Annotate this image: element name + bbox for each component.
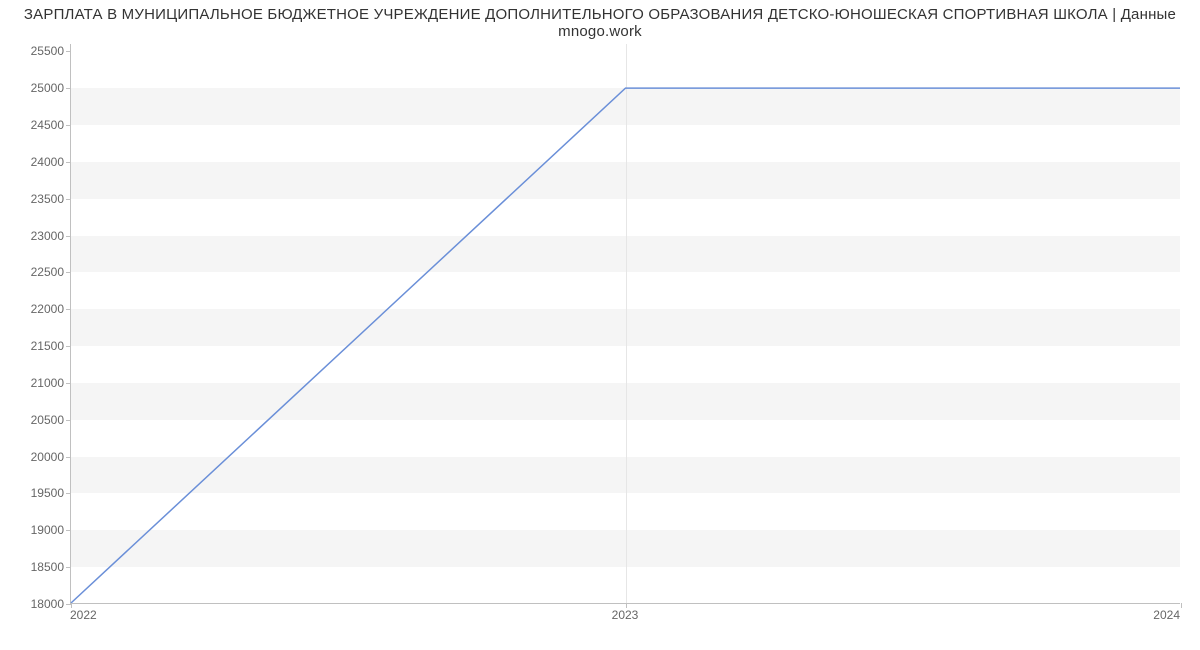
line-layer — [71, 44, 1180, 603]
plot-area — [70, 44, 1180, 604]
y-tick-mark — [66, 125, 71, 126]
y-tick-label: 19500 — [4, 486, 64, 500]
y-tick-mark — [66, 162, 71, 163]
y-tick-mark — [66, 457, 71, 458]
y-tick-label: 21000 — [4, 376, 64, 390]
y-tick-mark — [66, 309, 71, 310]
y-tick-mark — [66, 346, 71, 347]
chart-container: ЗАРПЛАТА В МУНИЦИПАЛЬНОЕ БЮДЖЕТНОЕ УЧРЕЖ… — [0, 0, 1200, 650]
chart-title: ЗАРПЛАТА В МУНИЦИПАЛЬНОЕ БЮДЖЕТНОЕ УЧРЕЖ… — [0, 6, 1200, 40]
y-tick-mark — [66, 51, 71, 52]
y-tick-label: 23500 — [4, 192, 64, 206]
y-tick-mark — [66, 530, 71, 531]
y-tick-label: 24000 — [4, 155, 64, 169]
y-tick-mark — [66, 199, 71, 200]
y-tick-label: 22500 — [4, 265, 64, 279]
y-tick-label: 25000 — [4, 81, 64, 95]
y-tick-mark — [66, 420, 71, 421]
y-tick-mark — [66, 272, 71, 273]
y-tick-label: 23000 — [4, 229, 64, 243]
y-tick-label: 20000 — [4, 450, 64, 464]
x-tick-label: 2023 — [612, 608, 639, 622]
y-tick-label: 20500 — [4, 413, 64, 427]
y-tick-mark — [66, 88, 71, 89]
y-tick-mark — [66, 383, 71, 384]
salary-line — [71, 88, 1180, 603]
x-tick-label: 2022 — [70, 608, 97, 622]
y-tick-label: 18500 — [4, 560, 64, 574]
y-tick-label: 24500 — [4, 118, 64, 132]
x-tick-label: 2024 — [1153, 608, 1180, 622]
y-tick-label: 18000 — [4, 597, 64, 611]
x-tick-mark — [1181, 603, 1182, 608]
y-tick-mark — [66, 567, 71, 568]
y-tick-mark — [66, 493, 71, 494]
y-tick-label: 22000 — [4, 302, 64, 316]
y-tick-label: 25500 — [4, 44, 64, 58]
y-tick-label: 19000 — [4, 523, 64, 537]
y-tick-label: 21500 — [4, 339, 64, 353]
y-tick-mark — [66, 236, 71, 237]
